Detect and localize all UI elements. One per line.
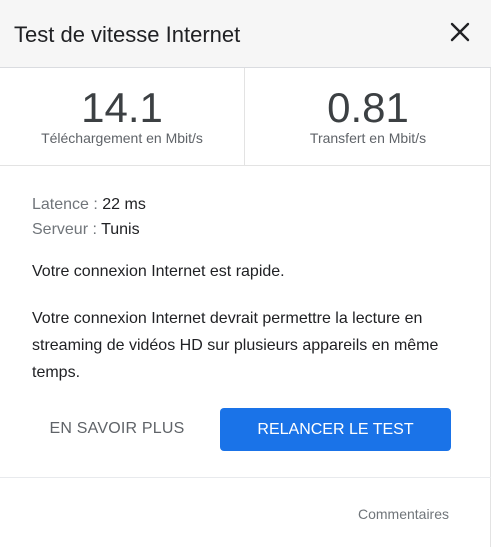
download-speed-value: 14.1: [81, 84, 163, 131]
upload-speed-value: 0.81: [327, 84, 409, 131]
dialog-title: Test de vitesse Internet: [14, 22, 241, 47]
speed-test-dialog: Test de vitesse Internet 14.1 Télécharge…: [0, 0, 491, 547]
dialog-header: Test de vitesse Internet: [0, 0, 491, 68]
latency-label: Latence :: [32, 196, 98, 213]
upload-speed-label: Transfert en Mbit/s: [309, 130, 427, 146]
learn-more-button[interactable]: EN SAVOIR PLUS: [28, 408, 206, 450]
upload-result: 0.81 Transfert en Mbit/s: [245, 68, 491, 165]
server-value: Tunis: [101, 221, 140, 238]
speed-detail: Votre connexion Internet devrait permett…: [32, 310, 439, 381]
retest-button[interactable]: RELANCER LE TEST: [220, 408, 451, 451]
download-result: 14.1 Téléchargement en Mbit/s: [0, 68, 244, 165]
speed-summary: Votre connexion Internet est rapide.: [32, 263, 285, 280]
footer-divider: [0, 477, 491, 478]
latency-row: Latence : 22 ms: [32, 192, 146, 217]
feedback-link[interactable]: Commentaires: [358, 505, 449, 523]
close-icon: [450, 22, 470, 42]
latency-value: 22 ms: [102, 196, 146, 213]
close-button[interactable]: [444, 16, 476, 48]
server-row: Serveur : Tunis: [32, 217, 146, 242]
server-label: Serveur :: [32, 221, 97, 238]
connection-info: Latence : 22 ms Serveur : Tunis: [32, 192, 146, 242]
results-panel: 14.1 Téléchargement en Mbit/s 0.81 Trans…: [0, 68, 491, 166]
download-speed-label: Téléchargement en Mbit/s: [41, 130, 203, 146]
